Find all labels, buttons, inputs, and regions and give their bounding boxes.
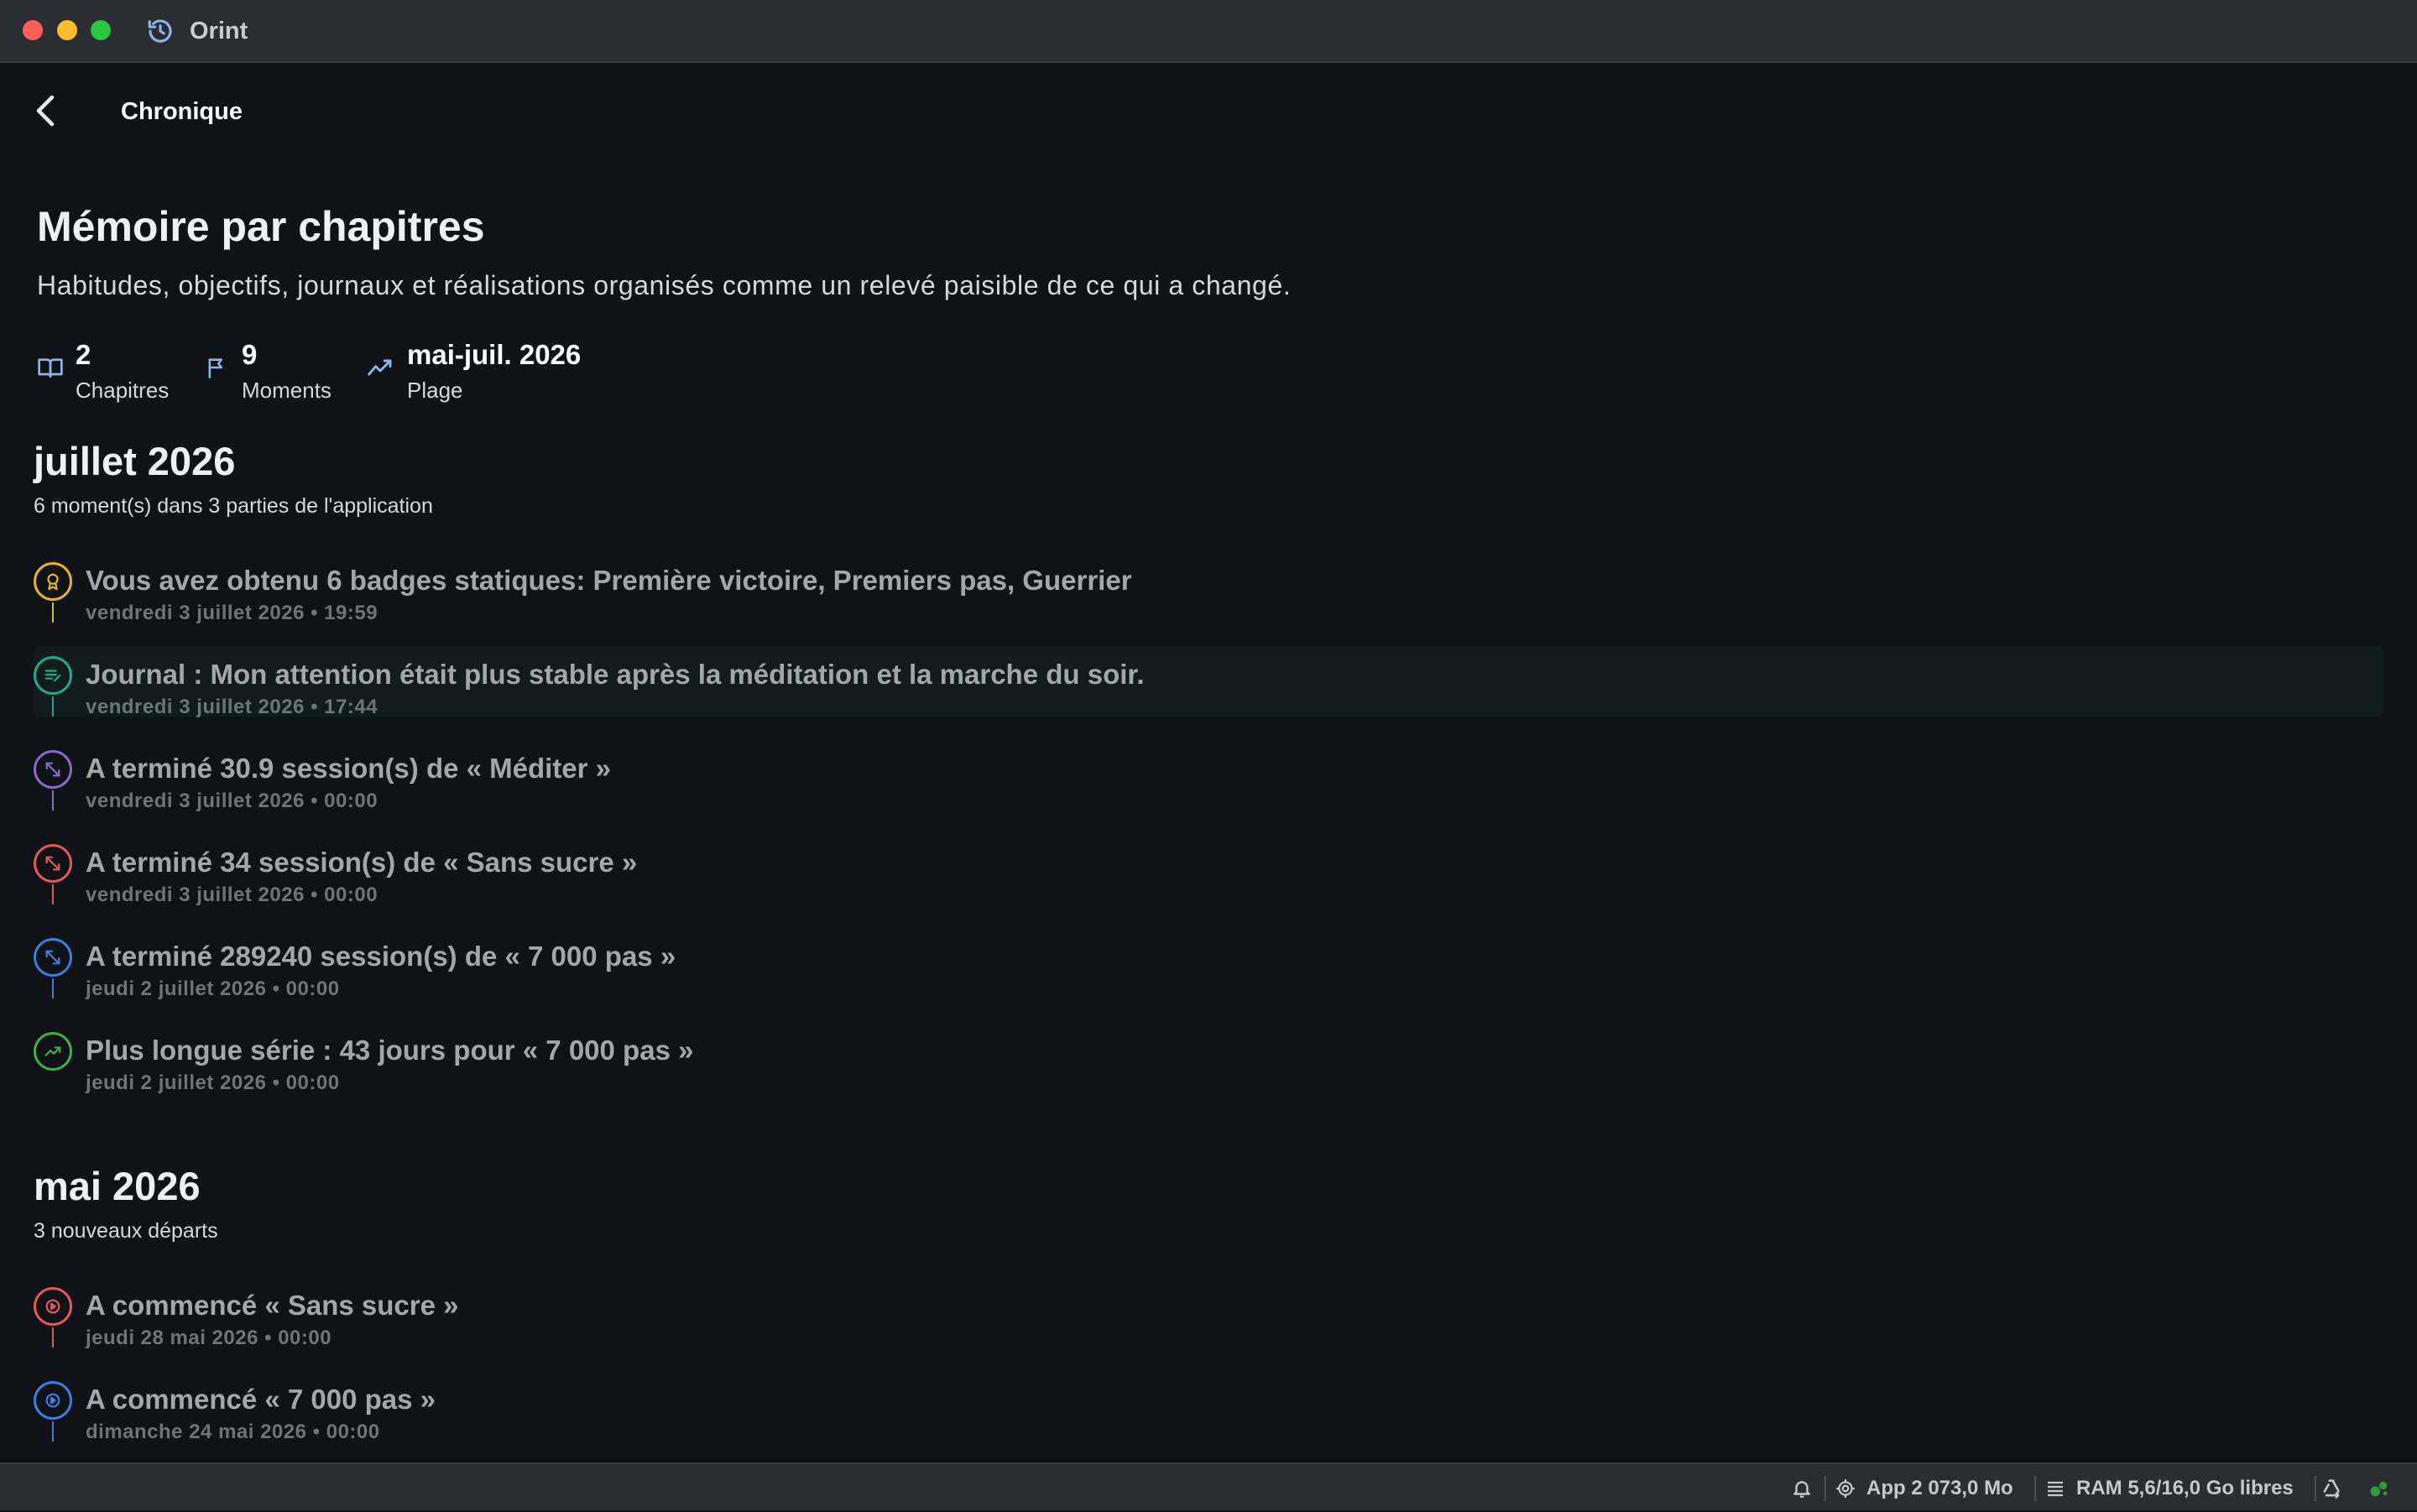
event-title: A terminé 289240 session(s) de « 7 000 p…: [86, 941, 676, 972]
flag-icon: [208, 358, 223, 378]
stat-moments: 9 Moments: [205, 337, 347, 413]
arrows-icon: [34, 844, 72, 883]
app-memory-status: App 2 073,0 Mo: [1835, 1464, 2013, 1512]
chapter-summary: 3 nouveaux départs: [34, 1219, 218, 1243]
streak-icon: [34, 1032, 72, 1071]
recycle-icon: [2323, 1478, 2340, 1499]
stat-value: mai-juil. 2026: [407, 339, 582, 370]
notifications-button[interactable]: [1791, 1464, 1823, 1512]
timeline-event[interactable]: Journal : Mon attention était plus stabl…: [34, 646, 2383, 718]
stat-label: Plage: [407, 378, 463, 403]
trend-icon: [368, 359, 392, 376]
event-date: jeudi 28 mai 2026 • 00:00: [86, 1327, 332, 1349]
minimize-window-button[interactable]: [57, 20, 77, 40]
timeline-connector: [52, 1421, 54, 1442]
ram-text: RAM 5,6/16,0 Go libres: [2076, 1476, 2294, 1499]
status-divider: [1824, 1476, 1826, 1501]
timeline-connector: [52, 884, 54, 905]
stat-value: 9: [242, 339, 258, 370]
event-title: A commencé « Sans sucre »: [86, 1290, 459, 1321]
event-title: Vous avez obtenu 6 badges statiques: Pre…: [86, 565, 1132, 596]
play-icon: [34, 1381, 72, 1420]
chapter-title: juillet 2026: [34, 439, 236, 483]
status-bar: App 2 073,0 Mo RAM 5,6/16,0 Go libres: [0, 1462, 2417, 1510]
sync-status-icon: [2370, 1481, 2388, 1496]
arrows-icon: [34, 938, 72, 977]
chevron-left-icon: [36, 95, 55, 127]
timeline-event[interactable]: A terminé 30.9 session(s) de « Méditer »…: [34, 740, 2383, 812]
app-memory-text: App 2 073,0 Mo: [1866, 1476, 2013, 1499]
timeline-event[interactable]: Plus longue série : 43 jours pour « 7 00…: [34, 1022, 2383, 1094]
badge-icon: [34, 562, 72, 601]
timeline-connector: [52, 602, 54, 623]
timeline-connector: [52, 978, 54, 998]
event-date: vendredi 3 juillet 2026 • 19:59: [86, 602, 378, 624]
play-icon: [34, 1287, 72, 1326]
ram-icon: [2048, 1481, 2063, 1496]
zoom-window-button[interactable]: [91, 20, 111, 40]
event-date: vendredi 3 juillet 2026 • 00:00: [86, 790, 378, 812]
event-title: Journal : Mon attention était plus stabl…: [86, 659, 1145, 690]
stat-chapters: 2 Chapitres: [37, 337, 180, 413]
recycle-button[interactable]: [2320, 1464, 2353, 1512]
timeline-event[interactable]: A terminé 34 session(s) de « Sans sucre …: [34, 834, 2383, 906]
chapter-title: mai 2026: [34, 1164, 201, 1208]
event-date: vendredi 3 juillet 2026 • 17:44: [86, 696, 378, 718]
back-button[interactable]: [30, 91, 62, 131]
event-date: dimanche 24 mai 2026 • 00:00: [86, 1421, 380, 1443]
status-divider: [2315, 1476, 2316, 1501]
main-heading: Mémoire par chapitres: [37, 203, 485, 250]
stat-range: mai-juil. 2026 Plage: [366, 337, 634, 413]
book-icon: [38, 358, 63, 378]
stat-label: Moments: [242, 378, 331, 403]
timeline-event[interactable]: Vous avez obtenu 6 badges statiques: Pre…: [34, 552, 2383, 624]
stat-value: 2: [76, 339, 91, 370]
window-titlebar: Orint: [0, 0, 2417, 63]
event-date: jeudi 2 juillet 2026 • 00:00: [86, 1071, 340, 1094]
ram-status: RAM 5,6/16,0 Go libres: [2044, 1464, 2294, 1512]
event-title: A terminé 30.9 session(s) de « Méditer »: [86, 753, 612, 784]
app-title: Orint: [190, 18, 248, 44]
chip-icon: [1836, 1478, 1855, 1498]
event-title: A commencé « 7 000 pas »: [86, 1384, 436, 1415]
event-title: A terminé 34 session(s) de « Sans sucre …: [86, 847, 638, 878]
stat-label: Chapitres: [76, 378, 170, 403]
timeline-event[interactable]: A commencé « 7 000 pas » dimanche 24 mai…: [34, 1371, 2383, 1443]
timeline-event[interactable]: A commencé « Sans sucre » jeudi 28 mai 2…: [34, 1277, 2383, 1349]
journal-icon: [34, 656, 72, 695]
timeline-event[interactable]: A terminé 289240 session(s) de « 7 000 p…: [34, 928, 2383, 1000]
page-title: Chronique: [121, 98, 243, 125]
status-divider: [2034, 1476, 2036, 1501]
event-date: vendredi 3 juillet 2026 • 00:00: [86, 884, 378, 906]
arrows-icon: [34, 750, 72, 789]
event-date: jeudi 2 juillet 2026 • 00:00: [86, 978, 340, 1000]
timeline-connector: [52, 1327, 54, 1348]
timeline-connector: [52, 696, 54, 717]
timeline-connector: [52, 790, 54, 811]
status-indicator[interactable]: [2367, 1464, 2402, 1512]
chapter-summary: 6 moment(s) dans 3 parties de l'applicat…: [34, 494, 433, 518]
main-subtitle: Habitudes, objectifs, journaux et réalis…: [37, 270, 1292, 300]
history-icon: [148, 19, 172, 43]
close-window-button[interactable]: [23, 20, 43, 40]
bell-icon: [1793, 1480, 1810, 1498]
event-title: Plus longue série : 43 jours pour « 7 00…: [86, 1035, 694, 1066]
